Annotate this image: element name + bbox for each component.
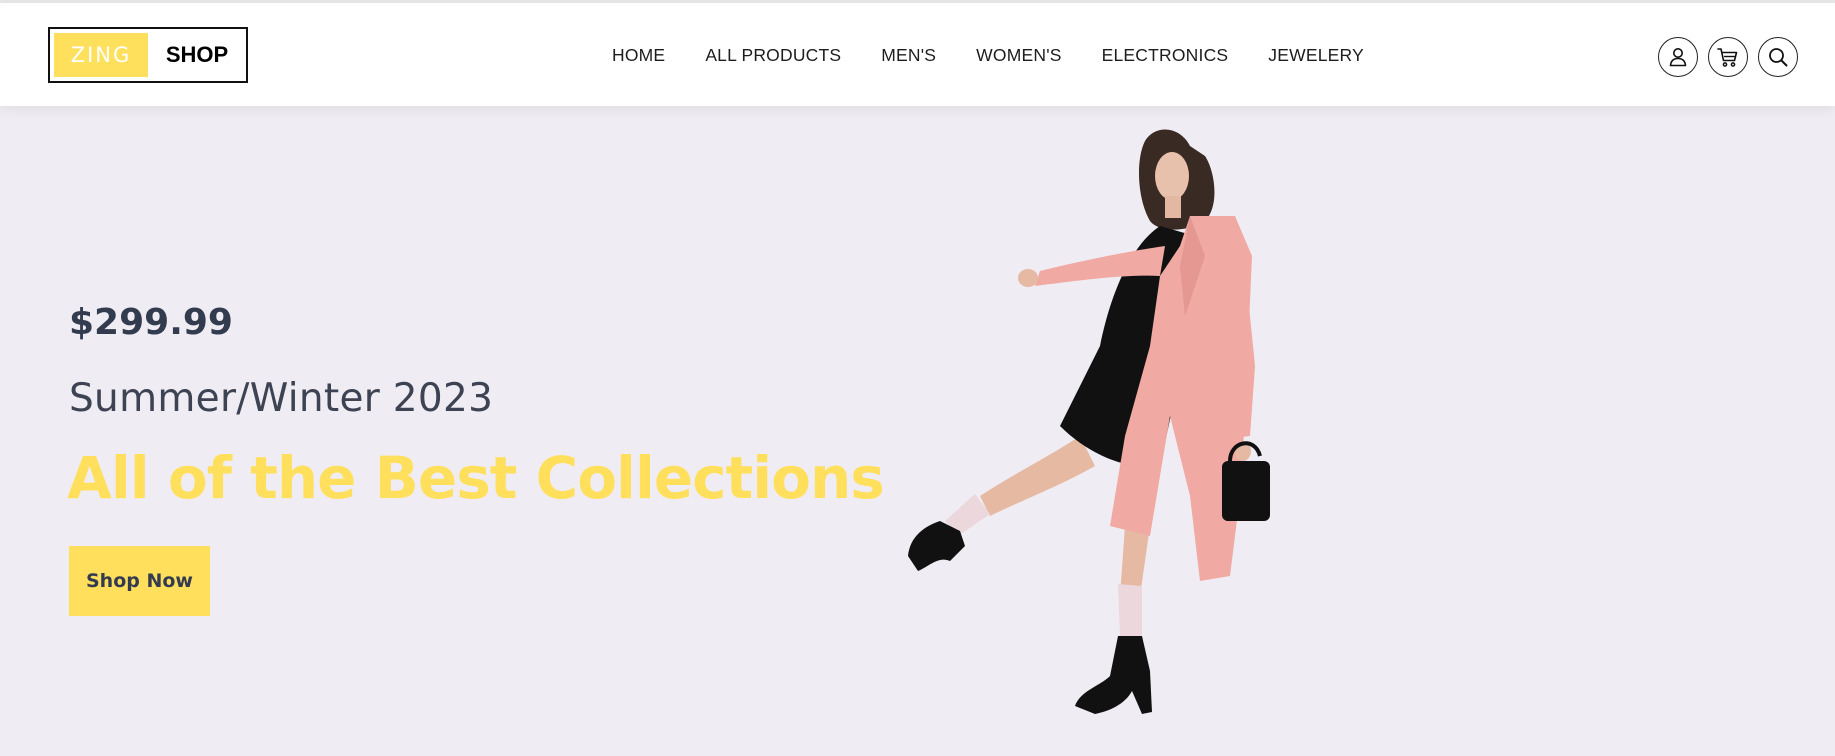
logo-shop: SHOP (165, 42, 229, 67)
search-icon (1769, 48, 1788, 67)
hero-headline: All of the Best Collections (67, 444, 885, 512)
hero-season: Summer/Winter 2023 (69, 376, 494, 421)
hero-banner: $299.99 Summer/Winter 2023 All of the Be… (0, 106, 1835, 756)
nav-jewelery[interactable]: JEWELERY (1268, 43, 1364, 67)
main-nav: HOME ALL PRODUCTS MEN'S WOMEN'S ELECTRON… (612, 43, 1364, 67)
nav-mens[interactable]: MEN'S (881, 43, 936, 67)
logo-zing: ZING (54, 33, 148, 77)
logo[interactable]: ZING SHOP (48, 27, 248, 83)
nav-womens[interactable]: WOMEN'S (976, 43, 1061, 67)
user-icon (1669, 48, 1687, 67)
search-button[interactable] (1758, 37, 1798, 77)
site-header: ZING SHOP HOME ALL PRODUCTS MEN'S WOMEN'… (0, 3, 1835, 106)
nav-home[interactable]: HOME (612, 43, 665, 67)
cart-icon (1717, 48, 1738, 67)
shop-now-button[interactable]: Shop Now (69, 546, 210, 616)
nav-all-products[interactable]: ALL PRODUCTS (705, 43, 841, 67)
account-button[interactable] (1658, 37, 1698, 77)
cart-button[interactable] (1708, 37, 1748, 77)
nav-electronics[interactable]: ELECTRONICS (1102, 43, 1229, 67)
hero-model-image (908, 129, 1270, 714)
hero-price: $299.99 (69, 302, 233, 343)
